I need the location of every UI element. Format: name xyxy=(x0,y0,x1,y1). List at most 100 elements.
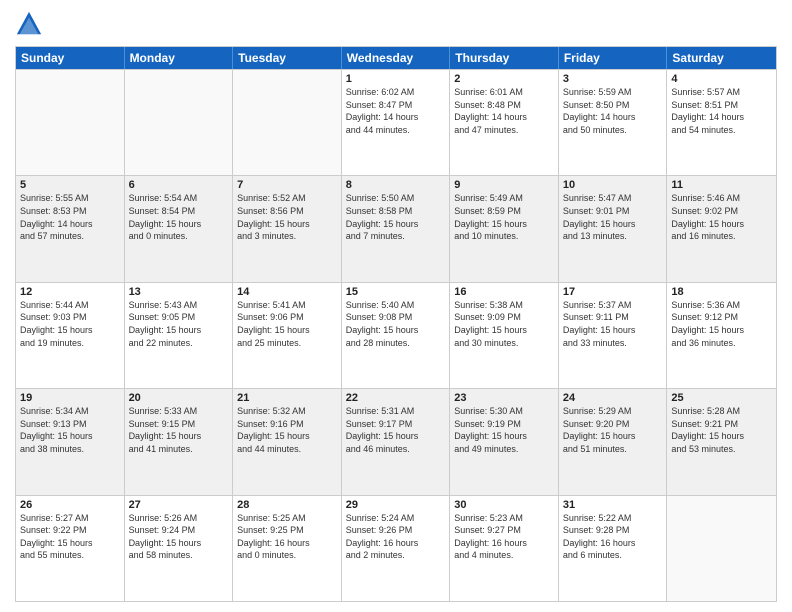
cell-info: Sunrise: 5:33 AMSunset: 9:15 PMDaylight:… xyxy=(129,405,229,455)
calendar-cell: 10Sunrise: 5:47 AMSunset: 9:01 PMDayligh… xyxy=(559,176,668,281)
cell-info: Sunrise: 5:22 AMSunset: 9:28 PMDaylight:… xyxy=(563,512,663,562)
cell-info: Sunrise: 5:26 AMSunset: 9:24 PMDaylight:… xyxy=(129,512,229,562)
day-number: 18 xyxy=(671,286,772,298)
calendar-cell: 26Sunrise: 5:27 AMSunset: 9:22 PMDayligh… xyxy=(16,496,125,601)
calendar-cell: 19Sunrise: 5:34 AMSunset: 9:13 PMDayligh… xyxy=(16,389,125,494)
calendar-cell: 4Sunrise: 5:57 AMSunset: 8:51 PMDaylight… xyxy=(667,70,776,175)
cell-info: Sunrise: 5:28 AMSunset: 9:21 PMDaylight:… xyxy=(671,405,772,455)
day-header-monday: Monday xyxy=(125,47,234,69)
calendar-cell: 13Sunrise: 5:43 AMSunset: 9:05 PMDayligh… xyxy=(125,283,234,388)
cell-info: Sunrise: 5:38 AMSunset: 9:09 PMDaylight:… xyxy=(454,299,554,349)
calendar-cell: 6Sunrise: 5:54 AMSunset: 8:54 PMDaylight… xyxy=(125,176,234,281)
calendar-cell xyxy=(125,70,234,175)
calendar-header: SundayMondayTuesdayWednesdayThursdayFrid… xyxy=(16,47,776,69)
calendar-cell: 20Sunrise: 5:33 AMSunset: 9:15 PMDayligh… xyxy=(125,389,234,494)
cell-info: Sunrise: 5:24 AMSunset: 9:26 PMDaylight:… xyxy=(346,512,446,562)
calendar-cell xyxy=(667,496,776,601)
day-number: 12 xyxy=(20,286,120,298)
calendar-cell: 11Sunrise: 5:46 AMSunset: 9:02 PMDayligh… xyxy=(667,176,776,281)
day-number: 28 xyxy=(237,499,337,511)
day-number: 24 xyxy=(563,392,663,404)
calendar-cell: 21Sunrise: 5:32 AMSunset: 9:16 PMDayligh… xyxy=(233,389,342,494)
calendar-cell: 28Sunrise: 5:25 AMSunset: 9:25 PMDayligh… xyxy=(233,496,342,601)
cell-info: Sunrise: 5:25 AMSunset: 9:25 PMDaylight:… xyxy=(237,512,337,562)
calendar-cell: 23Sunrise: 5:30 AMSunset: 9:19 PMDayligh… xyxy=(450,389,559,494)
day-header-wednesday: Wednesday xyxy=(342,47,451,69)
cell-info: Sunrise: 5:37 AMSunset: 9:11 PMDaylight:… xyxy=(563,299,663,349)
calendar-row-2: 5Sunrise: 5:55 AMSunset: 8:53 PMDaylight… xyxy=(16,175,776,281)
calendar-cell: 5Sunrise: 5:55 AMSunset: 8:53 PMDaylight… xyxy=(16,176,125,281)
day-number: 10 xyxy=(563,179,663,191)
day-number: 29 xyxy=(346,499,446,511)
day-number: 6 xyxy=(129,179,229,191)
calendar-cell: 15Sunrise: 5:40 AMSunset: 9:08 PMDayligh… xyxy=(342,283,451,388)
day-number: 26 xyxy=(20,499,120,511)
cell-info: Sunrise: 5:44 AMSunset: 9:03 PMDaylight:… xyxy=(20,299,120,349)
day-number: 16 xyxy=(454,286,554,298)
day-number: 8 xyxy=(346,179,446,191)
day-number: 2 xyxy=(454,73,554,85)
calendar-row-5: 26Sunrise: 5:27 AMSunset: 9:22 PMDayligh… xyxy=(16,495,776,601)
calendar-row-4: 19Sunrise: 5:34 AMSunset: 9:13 PMDayligh… xyxy=(16,388,776,494)
calendar-cell: 12Sunrise: 5:44 AMSunset: 9:03 PMDayligh… xyxy=(16,283,125,388)
cell-info: Sunrise: 5:29 AMSunset: 9:20 PMDaylight:… xyxy=(563,405,663,455)
cell-info: Sunrise: 5:30 AMSunset: 9:19 PMDaylight:… xyxy=(454,405,554,455)
cell-info: Sunrise: 5:55 AMSunset: 8:53 PMDaylight:… xyxy=(20,192,120,242)
calendar-cell: 17Sunrise: 5:37 AMSunset: 9:11 PMDayligh… xyxy=(559,283,668,388)
day-number: 31 xyxy=(563,499,663,511)
cell-info: Sunrise: 5:50 AMSunset: 8:58 PMDaylight:… xyxy=(346,192,446,242)
day-number: 9 xyxy=(454,179,554,191)
calendar-cell: 16Sunrise: 5:38 AMSunset: 9:09 PMDayligh… xyxy=(450,283,559,388)
day-number: 1 xyxy=(346,73,446,85)
day-number: 15 xyxy=(346,286,446,298)
calendar-cell xyxy=(233,70,342,175)
logo xyxy=(15,10,47,38)
day-number: 7 xyxy=(237,179,337,191)
cell-info: Sunrise: 5:57 AMSunset: 8:51 PMDaylight:… xyxy=(671,86,772,136)
cell-info: Sunrise: 6:01 AMSunset: 8:48 PMDaylight:… xyxy=(454,86,554,136)
day-number: 23 xyxy=(454,392,554,404)
calendar: SundayMondayTuesdayWednesdayThursdayFrid… xyxy=(15,46,777,602)
calendar-cell: 24Sunrise: 5:29 AMSunset: 9:20 PMDayligh… xyxy=(559,389,668,494)
calendar-cell: 30Sunrise: 5:23 AMSunset: 9:27 PMDayligh… xyxy=(450,496,559,601)
calendar-cell: 31Sunrise: 5:22 AMSunset: 9:28 PMDayligh… xyxy=(559,496,668,601)
cell-info: Sunrise: 6:02 AMSunset: 8:47 PMDaylight:… xyxy=(346,86,446,136)
day-header-thursday: Thursday xyxy=(450,47,559,69)
cell-info: Sunrise: 5:32 AMSunset: 9:16 PMDaylight:… xyxy=(237,405,337,455)
calendar-cell: 7Sunrise: 5:52 AMSunset: 8:56 PMDaylight… xyxy=(233,176,342,281)
calendar-cell xyxy=(16,70,125,175)
day-number: 5 xyxy=(20,179,120,191)
calendar-cell: 9Sunrise: 5:49 AMSunset: 8:59 PMDaylight… xyxy=(450,176,559,281)
day-number: 13 xyxy=(129,286,229,298)
cell-info: Sunrise: 5:46 AMSunset: 9:02 PMDaylight:… xyxy=(671,192,772,242)
cell-info: Sunrise: 5:49 AMSunset: 8:59 PMDaylight:… xyxy=(454,192,554,242)
day-number: 19 xyxy=(20,392,120,404)
calendar-cell: 27Sunrise: 5:26 AMSunset: 9:24 PMDayligh… xyxy=(125,496,234,601)
cell-info: Sunrise: 5:40 AMSunset: 9:08 PMDaylight:… xyxy=(346,299,446,349)
day-header-friday: Friday xyxy=(559,47,668,69)
day-number: 22 xyxy=(346,392,446,404)
calendar-cell: 8Sunrise: 5:50 AMSunset: 8:58 PMDaylight… xyxy=(342,176,451,281)
cell-info: Sunrise: 5:36 AMSunset: 9:12 PMDaylight:… xyxy=(671,299,772,349)
cell-info: Sunrise: 5:54 AMSunset: 8:54 PMDaylight:… xyxy=(129,192,229,242)
day-header-sunday: Sunday xyxy=(16,47,125,69)
page-header xyxy=(15,10,777,38)
calendar-cell: 14Sunrise: 5:41 AMSunset: 9:06 PMDayligh… xyxy=(233,283,342,388)
calendar-row-1: 1Sunrise: 6:02 AMSunset: 8:47 PMDaylight… xyxy=(16,69,776,175)
day-number: 11 xyxy=(671,179,772,191)
day-number: 20 xyxy=(129,392,229,404)
day-number: 4 xyxy=(671,73,772,85)
day-number: 25 xyxy=(671,392,772,404)
cell-info: Sunrise: 5:43 AMSunset: 9:05 PMDaylight:… xyxy=(129,299,229,349)
calendar-cell: 1Sunrise: 6:02 AMSunset: 8:47 PMDaylight… xyxy=(342,70,451,175)
day-number: 14 xyxy=(237,286,337,298)
cell-info: Sunrise: 5:52 AMSunset: 8:56 PMDaylight:… xyxy=(237,192,337,242)
cell-info: Sunrise: 5:47 AMSunset: 9:01 PMDaylight:… xyxy=(563,192,663,242)
calendar-body: 1Sunrise: 6:02 AMSunset: 8:47 PMDaylight… xyxy=(16,69,776,601)
day-header-tuesday: Tuesday xyxy=(233,47,342,69)
calendar-row-3: 12Sunrise: 5:44 AMSunset: 9:03 PMDayligh… xyxy=(16,282,776,388)
cell-info: Sunrise: 5:34 AMSunset: 9:13 PMDaylight:… xyxy=(20,405,120,455)
calendar-cell: 22Sunrise: 5:31 AMSunset: 9:17 PMDayligh… xyxy=(342,389,451,494)
cell-info: Sunrise: 5:59 AMSunset: 8:50 PMDaylight:… xyxy=(563,86,663,136)
day-number: 21 xyxy=(237,392,337,404)
